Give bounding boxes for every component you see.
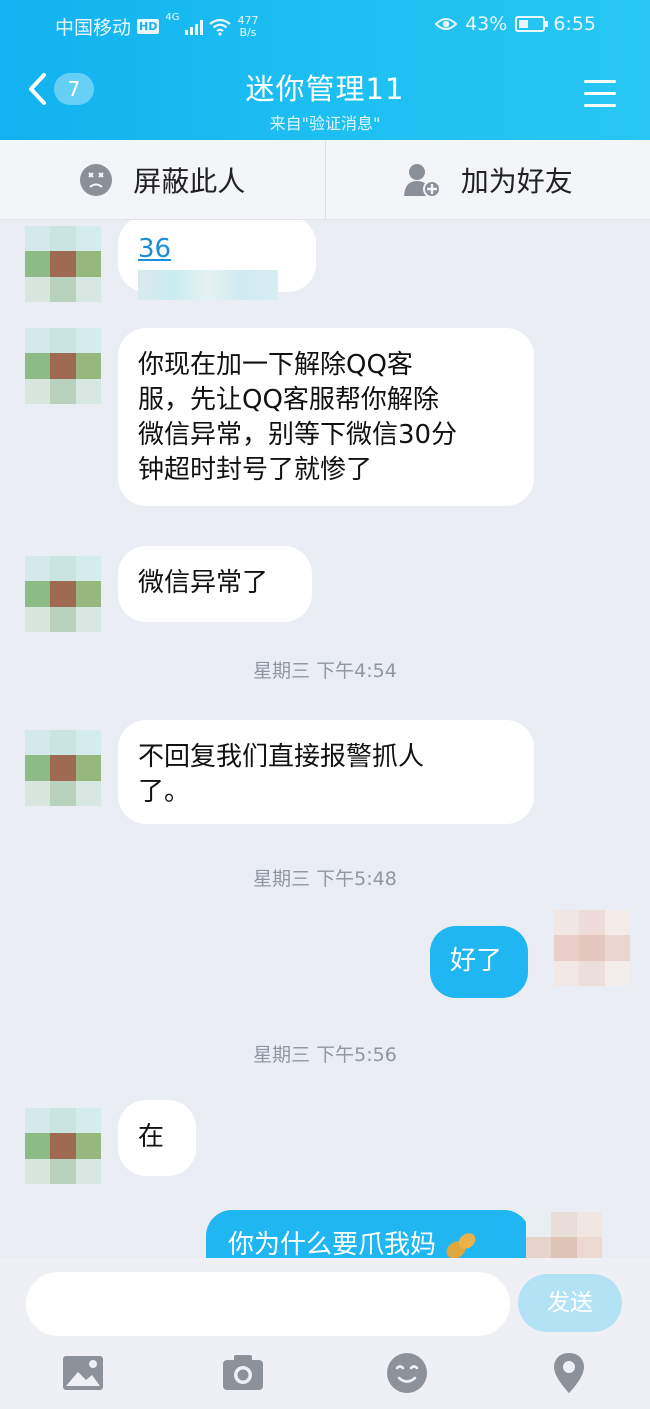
add-friend-icon (403, 163, 441, 198)
add-friend-button[interactable]: 加为好友 (326, 140, 650, 219)
message-bubble[interactable]: 在 (118, 1100, 196, 1176)
block-user-label: 屏蔽此人 (133, 164, 246, 198)
network-type: 4G (165, 12, 180, 23)
message-bubble[interactable]: 微信异常了 (118, 546, 312, 622)
message-timestamp: 星期三 下午5:56 (253, 1044, 397, 1066)
message-bubble[interactable]: 你现在加一下解除QQ客 服，先让QQ客服帮你解除 微信异常，别等下微信30分 钟… (118, 328, 534, 506)
own-message-bubble[interactable]: 你为什么要爪我妈 (206, 1210, 530, 1258)
wifi-icon (209, 18, 232, 36)
message-line: 微信异常，别等下微信30分 (138, 420, 458, 450)
message-line: 不回复我们直接报警抓人 (138, 742, 425, 772)
own-message-bubble[interactable]: 好了 (430, 926, 528, 998)
redacted-link-text[interactable]: 36 (138, 234, 171, 264)
send-button[interactable]: 发送 (518, 1274, 622, 1332)
sender-avatar[interactable] (25, 226, 101, 302)
sender-avatar[interactable] (25, 328, 101, 404)
battery-fill (519, 20, 529, 28)
stranger-action-row: 屏蔽此人 加为好友 (0, 140, 650, 220)
peanut-emoji-icon (446, 1232, 476, 1258)
message-timestamp: 星期三 下午4:54 (253, 660, 397, 682)
redacted-blur (138, 269, 278, 300)
title-bar: 中国移动 HD 4G 477 B/s 43% 6:55 7 迷你管理11 来自"… (0, 0, 650, 140)
message-timestamp: 星期三 下午5:48 (253, 868, 397, 890)
signal-icon (185, 19, 204, 35)
sender-avatar[interactable] (25, 730, 101, 806)
sender-avatar[interactable] (25, 556, 101, 632)
camera-icon[interactable] (220, 1350, 266, 1396)
message-input[interactable] (26, 1272, 510, 1336)
input-bar: 发送 (0, 1258, 650, 1409)
location-icon[interactable] (546, 1350, 592, 1396)
message-line: 服，先让QQ客服帮你解除 (138, 385, 439, 415)
emoji-icon[interactable] (384, 1350, 430, 1396)
battery-percent: 43% (465, 13, 508, 35)
own-message-text: 你为什么要爪我妈 (228, 1230, 437, 1258)
message-bubble-link[interactable]: 36 (118, 220, 316, 300)
battery-icon (515, 16, 549, 32)
conversation-subtitle: 来自"验证消息" (269, 114, 381, 133)
input-toolbar (0, 1350, 650, 1400)
carrier-label: 中国移动 (55, 17, 132, 39)
sender-avatar[interactable] (25, 1108, 101, 1184)
conversation-title: 迷你管理11 (245, 72, 405, 106)
hd-badge: HD (137, 19, 160, 34)
add-friend-label: 加为好友 (460, 164, 573, 198)
message-line: 钟超时封号了就惨了 (138, 455, 373, 485)
message-bubble[interactable]: 不回复我们直接报警抓人 了。 (118, 720, 534, 824)
menu-icon[interactable] (584, 80, 616, 108)
block-face-icon (80, 163, 113, 196)
image-icon[interactable] (60, 1350, 106, 1396)
own-avatar[interactable] (554, 910, 630, 986)
own-avatar[interactable] (526, 1212, 602, 1258)
block-user-button[interactable]: 屏蔽此人 (0, 140, 325, 219)
conversation-title-block: 迷你管理11 来自"验证消息" (0, 66, 650, 134)
status-bar: 中国移动 HD 4G 477 B/s 43% 6:55 (0, 0, 650, 52)
network-speed: 477 B/s (237, 14, 258, 39)
speed-unit: B/s (239, 25, 257, 39)
message-line: 你现在加一下解除QQ客 (138, 350, 413, 380)
clock: 6:55 (553, 13, 596, 35)
eye-icon (435, 18, 458, 30)
message-line: 了。 (138, 777, 191, 807)
message-list[interactable]: 36 你现在加一下解除QQ客 服，先让QQ客服帮你解除 微信异常，别等下微信30… (0, 220, 650, 1258)
